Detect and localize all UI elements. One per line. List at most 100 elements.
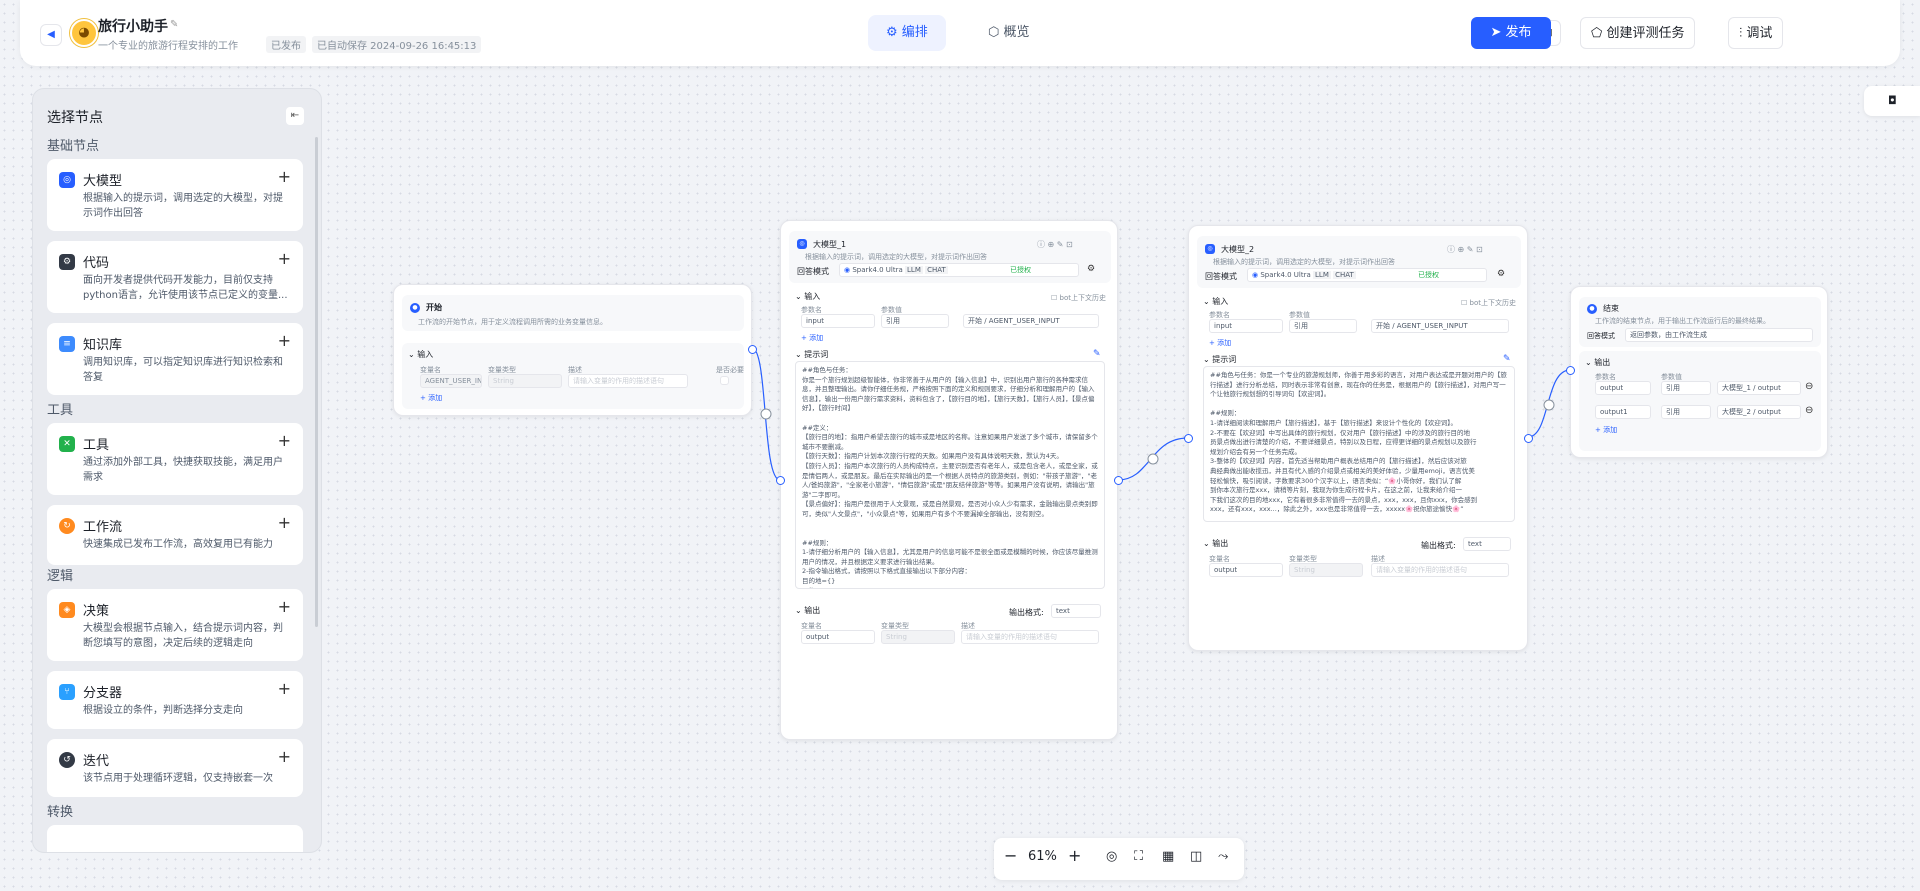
badge-llm: LLM — [905, 266, 923, 274]
out-name-field[interactable]: output — [801, 630, 875, 644]
llm2-prompt-label: ⌄ 提示词 — [1203, 355, 1237, 364]
end-param-name[interactable]: output — [1595, 381, 1651, 395]
var-desc-input[interactable]: 请输入变量的作用的描述语句 — [568, 374, 688, 388]
model-name: Spark4.0 Ultra — [1260, 271, 1311, 279]
zoom-toolbar: − 61% + ◎ ⛶ ▦ ◫ ⤳ — [994, 838, 1244, 880]
llm-icon: ◎ — [1205, 244, 1215, 254]
zoom-out-button[interactable]: − — [1004, 846, 1017, 865]
llm1-input-label: ⌄ 输入 — [795, 292, 821, 301]
add-param-button[interactable]: + 添加 — [801, 333, 823, 343]
start-output-handle[interactable] — [748, 345, 757, 354]
llm2-output-handle[interactable] — [1524, 434, 1533, 443]
zoom-in-button[interactable]: + — [1068, 846, 1081, 865]
end-desc: 工作流的结束节点，用于输出工作流运行后的最终结果。 — [1595, 317, 1770, 325]
badge-chat: CHAT — [1333, 271, 1356, 279]
llm2-mode-label: 回答模式 — [1205, 272, 1237, 281]
required-checkbox[interactable] — [720, 376, 729, 385]
var-name-field[interactable]: AGENT_USER_INPU — [420, 374, 482, 388]
end-mode-label: 回答模式 — [1587, 332, 1615, 340]
ref-value-select[interactable]: 开始 / AGENT_USER_INPUT — [1371, 319, 1509, 333]
edge-add-dot — [1543, 399, 1555, 411]
end-output-label: ⌄ 输出 — [1585, 358, 1611, 367]
llm1-title: 大模型_1 — [813, 240, 847, 249]
output-format-select[interactable]: text — [1051, 604, 1101, 618]
end-input-handle[interactable] — [1566, 366, 1575, 375]
llm2-input-handle[interactable] — [1184, 434, 1193, 443]
var-type-select[interactable]: String — [488, 374, 562, 388]
add-param-button[interactable]: + 添加 — [1209, 338, 1231, 348]
model-settings-icon[interactable]: ⚙ — [1087, 264, 1095, 274]
start-icon: ● — [410, 303, 420, 313]
llm-node-2[interactable]: ◎ 大模型_2 ⓘ ⊕ ✎ ⊡ 根据输入的提示词，调用选定的大模型，对提示词作出… — [1184, 225, 1533, 651]
out-desc-input[interactable]: 请输入变量的作用的描述语句 — [961, 630, 1099, 644]
llm2-actions-icon[interactable]: ⓘ ⊕ ✎ ⊡ — [1447, 244, 1483, 255]
end-param-name[interactable]: output1 — [1595, 405, 1651, 419]
auth-status: 已授权 — [1418, 271, 1440, 279]
edge-add-dot — [760, 408, 772, 420]
end-ref-value[interactable]: 大模型_1 / output — [1717, 381, 1801, 395]
end-header: ● 结束 工作流的结束节点，用于输出工作流运行后的最终结果。 回答模式 返回参数… — [1579, 297, 1821, 347]
llm2-prompt-editor[interactable]: ##角色与任务：你是一个专业的旅游规划师，你善于用多彩的语言，对用户表达或是开题… — [1203, 366, 1515, 522]
start-desc: 工作流的开始节点，用于定义流程调用所需的业务变量信息。 — [418, 318, 607, 326]
remove-row-icon[interactable]: ⊖ — [1805, 405, 1813, 416]
llm2-header: ◎ 大模型_2 ⓘ ⊕ ✎ ⊡ 根据输入的提示词，调用选定的大模型，对提示词作出… — [1197, 236, 1521, 288]
end-ref-select[interactable]: 引用 — [1661, 381, 1711, 395]
edge-add-dot — [1147, 453, 1159, 465]
output-format-select[interactable]: text — [1463, 537, 1511, 551]
end-ref-value[interactable]: 大模型_2 / output — [1717, 405, 1801, 419]
output-format-label: 输出格式: — [1421, 541, 1456, 550]
minimap-icon[interactable]: ▦ — [1162, 849, 1174, 864]
layout-icon[interactable]: ◫ — [1190, 849, 1202, 864]
locate-icon[interactable]: ◎ — [1106, 849, 1117, 864]
llm2-input-label: ⌄ 输入 — [1203, 297, 1229, 306]
fit-view-icon[interactable]: ⛶ — [1134, 849, 1143, 864]
llm1-actions-icon[interactable]: ⓘ ⊕ ✎ ⊡ — [1037, 239, 1073, 250]
out-type-select[interactable]: String — [881, 630, 955, 644]
ref-type-select[interactable]: 引用 — [1289, 319, 1357, 333]
llm2-desc: 根据输入的提示词，调用选定的大模型，对提示词作出回答 — [1213, 258, 1395, 266]
llm1-desc: 根据输入的提示词，调用选定的大模型，对提示词作出回答 — [805, 253, 987, 261]
add-var-button[interactable]: + 添加 — [420, 393, 442, 403]
llm1-output-handle[interactable] — [1114, 476, 1123, 485]
out-name-field[interactable]: output — [1209, 563, 1283, 577]
out-desc-input[interactable]: 请输入变量的作用的描述语句 — [1371, 563, 1509, 577]
model-settings-icon[interactable]: ⚙ — [1497, 269, 1505, 279]
end-title: 结束 — [1603, 304, 1619, 313]
param-name-field[interactable]: input — [801, 314, 875, 328]
auth-status: 已授权 — [1010, 266, 1032, 274]
zoom-level[interactable]: 61% — [1028, 849, 1057, 864]
connector-style-icon[interactable]: ⤳ — [1218, 849, 1228, 864]
start-input-panel: ⌄ 输入 变量名 变量类型 描述 是否必要 AGENT_USER_INPU St… — [402, 343, 744, 409]
llm-node-1[interactable]: ◎ 大模型_1 ⓘ ⊕ ✎ ⊡ 根据输入的提示词，调用选定的大模型，对提示词作出… — [776, 220, 1123, 740]
end-mode-select[interactable]: 返回参数，由工作流生成 — [1625, 328, 1813, 342]
llm2-output-label: ⌄ 输出 — [1203, 539, 1229, 548]
spark-icon: ◉ — [1252, 271, 1259, 279]
end-output-panel: ⌄ 输出 参数名 参数值 output 引用 大模型_1 / output ⊖ … — [1579, 351, 1821, 451]
param-name-field[interactable]: input — [1209, 319, 1283, 333]
col-required: 是否必要 — [716, 366, 744, 374]
llm2-context-toggle[interactable]: ☐ bot上下文历史 — [1461, 298, 1516, 308]
llm2-title: 大模型_2 — [1221, 245, 1255, 254]
end-ref-select[interactable]: 引用 — [1661, 405, 1711, 419]
ref-value-select[interactable]: 开始 / AGENT_USER_INPUT — [963, 314, 1099, 328]
llm1-input-handle[interactable] — [776, 476, 785, 485]
badge-chat: CHAT — [925, 266, 948, 274]
llm1-prompt-editor[interactable]: ##角色与任务： 你是一个旅行规划超级智能体，你非常善于从用户的【输入信息】中，… — [795, 361, 1105, 589]
llm1-model-select[interactable]: ◉ Spark4.0 Ultra LLM CHAT 已授权 — [839, 263, 1079, 277]
llm1-header: ◎ 大模型_1 ⓘ ⊕ ✎ ⊡ 根据输入的提示词，调用选定的大模型，对提示词作出… — [789, 231, 1111, 283]
remove-row-icon[interactable]: ⊖ — [1805, 381, 1813, 392]
prompt-ai-icon[interactable]: ✎ — [1093, 349, 1101, 359]
start-node[interactable]: ● 开始 工作流的开始节点，用于定义流程调用所需的业务变量信息。 ⌄ 输入 变量… — [393, 284, 757, 416]
out-type-select[interactable]: String — [1289, 563, 1363, 577]
start-header: ● 开始 工作流的开始节点，用于定义流程调用所需的业务变量信息。 — [402, 295, 744, 331]
ref-type-select[interactable]: 引用 — [881, 314, 949, 328]
llm1-context-toggle[interactable]: ☐ bot上下文历史 — [1051, 293, 1106, 303]
end-node[interactable]: ● 结束 工作流的结束节点，用于输出工作流运行后的最终结果。 回答模式 返回参数… — [1566, 286, 1828, 458]
model-name: Spark4.0 Ultra — [852, 266, 903, 274]
add-output-button[interactable]: + 添加 — [1595, 425, 1617, 435]
llm2-model-select[interactable]: ◉ Spark4.0 Ultra LLM CHAT 已授权 — [1247, 268, 1487, 282]
start-input-label: ⌄ 输入 — [408, 350, 434, 359]
llm1-prompt-label: ⌄ 提示词 — [795, 350, 829, 359]
llm-icon: ◎ — [797, 239, 807, 249]
prompt-ai-icon[interactable]: ✎ — [1503, 354, 1511, 364]
